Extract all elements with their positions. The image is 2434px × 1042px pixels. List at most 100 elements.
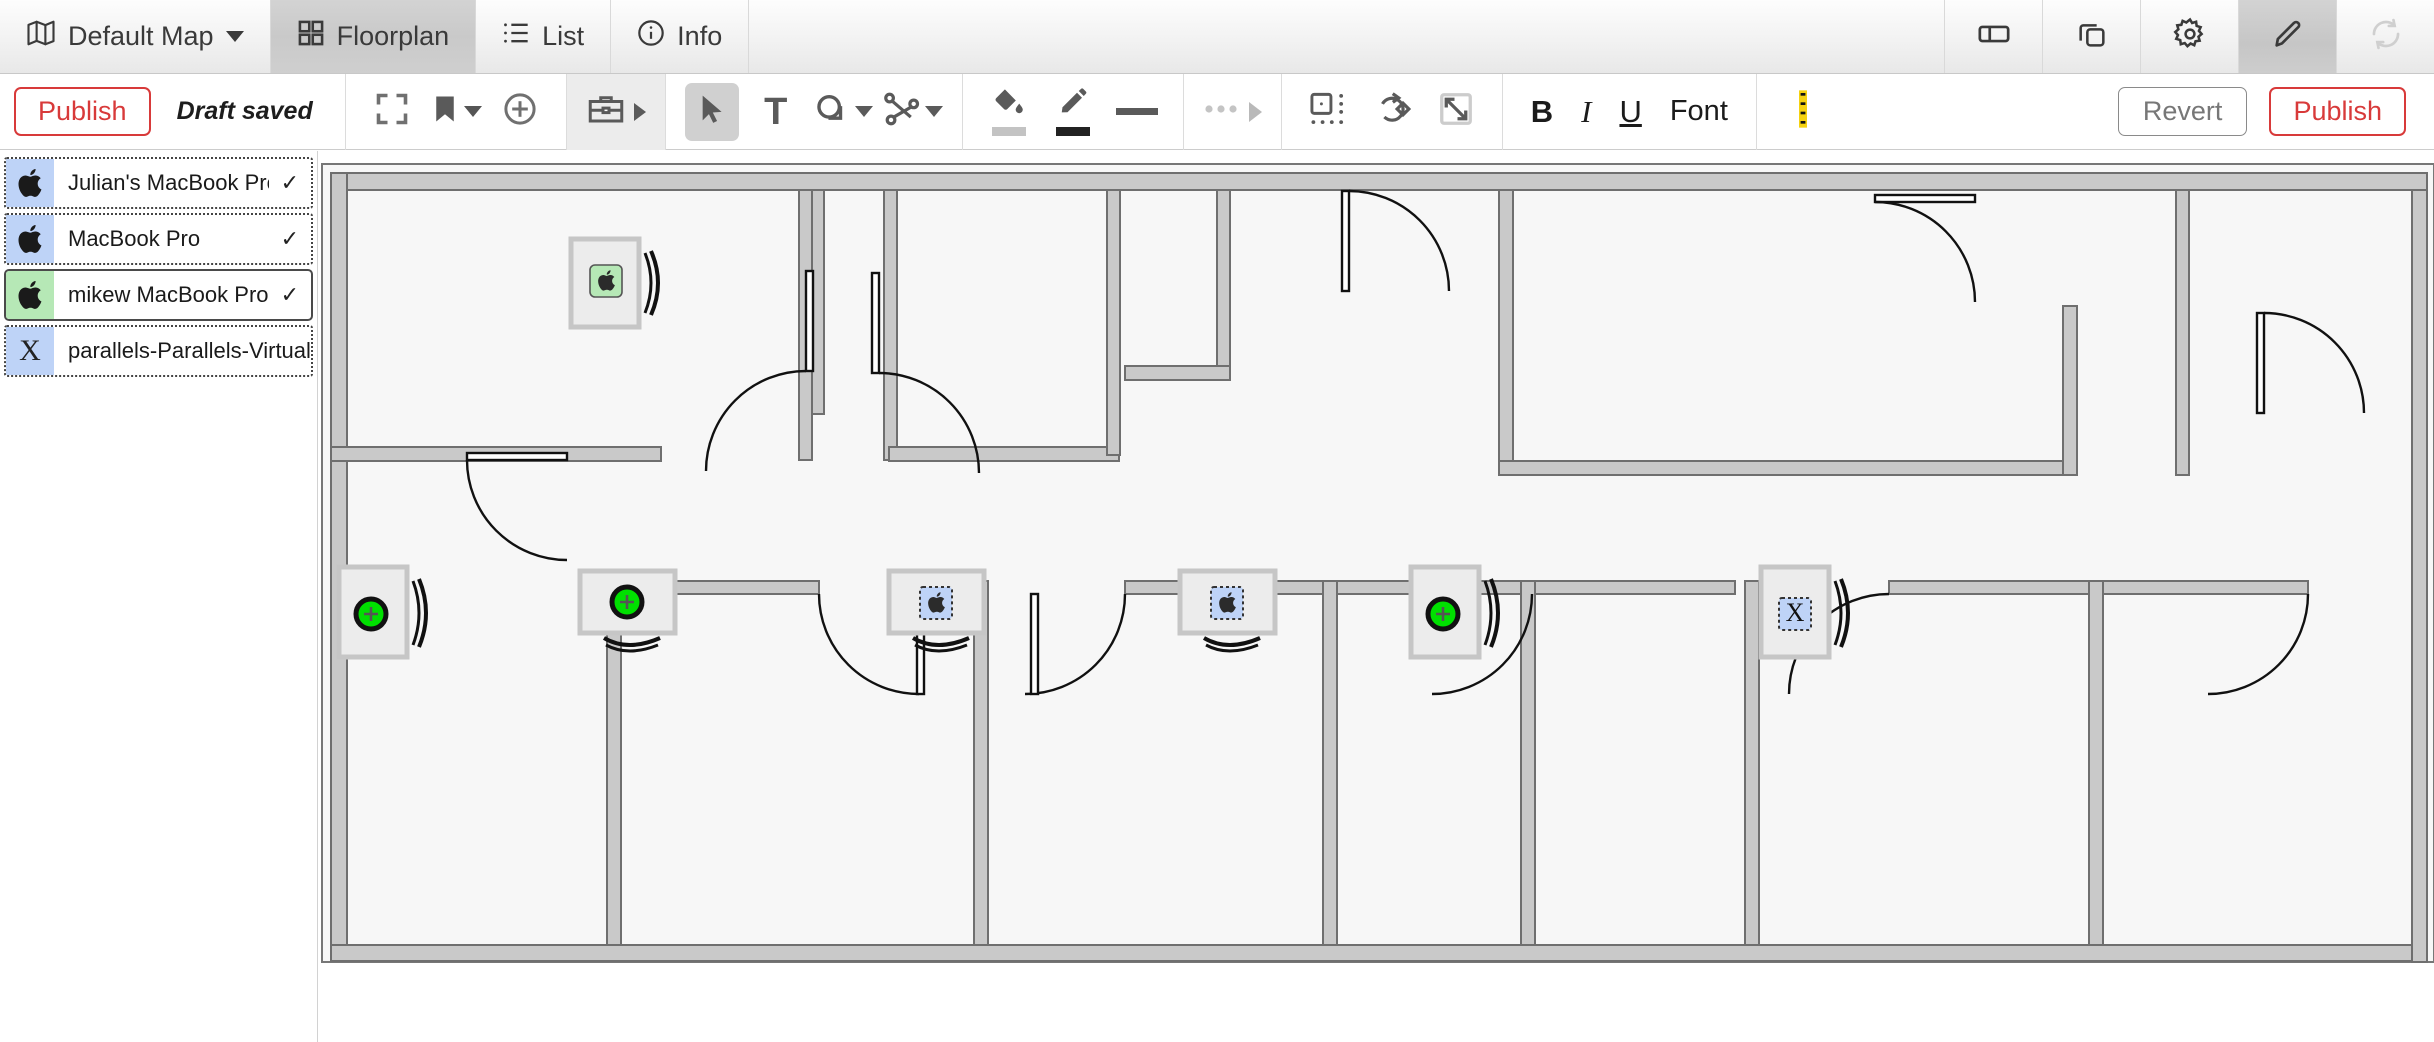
bookmark-icon bbox=[430, 92, 460, 131]
info-icon bbox=[637, 19, 665, 54]
device-list-item[interactable]: MacBook Pro ✓ bbox=[4, 213, 313, 265]
chevron-down-icon[interactable] bbox=[464, 106, 482, 117]
sidebar-panel-icon bbox=[1977, 17, 2011, 56]
tab-label: Info bbox=[677, 23, 722, 50]
align-distribute-icon bbox=[1309, 91, 1347, 132]
list-icon bbox=[502, 19, 530, 54]
chevron-down-icon[interactable] bbox=[226, 31, 244, 42]
resize-scale-icon bbox=[1437, 91, 1475, 132]
device-name-label: mikew MacBook Pro bbox=[54, 271, 269, 319]
crop-frame-tool[interactable] bbox=[365, 83, 419, 141]
node-path-icon bbox=[883, 91, 921, 132]
floorplan-canvas[interactable]: X bbox=[319, 151, 2434, 1042]
toolbar-group-toolbox bbox=[567, 74, 666, 150]
chevron-down-icon[interactable] bbox=[855, 106, 873, 117]
tab-label: List bbox=[542, 23, 584, 50]
device-list-item[interactable]: Julian's MacBook Pro ✓ bbox=[4, 157, 313, 209]
toolbar-group-highlight bbox=[1757, 74, 1849, 150]
add-circle-tool[interactable] bbox=[493, 83, 547, 141]
rotate-flip-icon bbox=[1373, 91, 1411, 132]
device-list-item-selected[interactable]: mikew MacBook Pro ✓ bbox=[4, 269, 313, 321]
copy-icon-button[interactable] bbox=[2042, 0, 2140, 73]
device-name-label: MacBook Pro bbox=[54, 215, 269, 263]
line-weight-icon bbox=[1116, 108, 1158, 115]
pen-stroke-icon bbox=[1057, 88, 1089, 123]
toolbar-group-arrange bbox=[1282, 74, 1503, 150]
pointer-select-tool[interactable] bbox=[685, 83, 739, 141]
underline-button[interactable]: U bbox=[1619, 96, 1641, 127]
toolbar-group-publish: Publish Draft saved bbox=[0, 74, 346, 150]
font-button[interactable]: Font bbox=[1670, 97, 1728, 126]
text-tool[interactable]: T bbox=[749, 83, 803, 141]
check-icon[interactable]: ✓ bbox=[269, 215, 311, 263]
tab-list[interactable]: List bbox=[476, 0, 611, 73]
pencil-edit-icon bbox=[2271, 17, 2305, 56]
bold-button[interactable]: B bbox=[1531, 96, 1553, 127]
device-sidebar: Julian's MacBook Pro ✓ MacBook Pro ✓ mik… bbox=[0, 151, 318, 1042]
gear-icon-button[interactable] bbox=[2140, 0, 2238, 73]
text-tool-icon: T bbox=[764, 93, 787, 131]
device-list-item[interactable]: X parallels-Parallels-Virtual bbox=[4, 325, 313, 377]
shape-tool-icon bbox=[813, 92, 851, 131]
bookmark-tool[interactable] bbox=[429, 83, 483, 141]
more-options-tool[interactable] bbox=[1203, 83, 1262, 141]
revert-button[interactable]: Revert bbox=[2118, 87, 2248, 136]
sidebar-panel-icon-button[interactable] bbox=[1944, 0, 2042, 73]
grid-icon bbox=[297, 19, 325, 54]
toolbar-group-style bbox=[963, 74, 1184, 150]
caret-right-icon[interactable] bbox=[1249, 102, 1262, 122]
crop-frame-icon bbox=[374, 91, 410, 132]
check-icon[interactable]: ✓ bbox=[269, 271, 311, 319]
highlight-color-icon bbox=[1796, 89, 1810, 134]
stroke-color-swatch[interactable] bbox=[1056, 127, 1090, 136]
editor-toolbar: Publish Draft saved bbox=[0, 74, 2434, 150]
tab-floorplan[interactable]: Floorplan bbox=[271, 0, 477, 73]
line-weight-tool[interactable] bbox=[1110, 83, 1164, 141]
shape-tool[interactable] bbox=[813, 83, 873, 141]
toolbar-group-text-format: B I U Font bbox=[1503, 74, 1757, 150]
fill-color-swatch[interactable] bbox=[992, 127, 1026, 136]
caret-right-icon[interactable] bbox=[634, 103, 646, 121]
add-circle-icon bbox=[502, 91, 538, 132]
map-icon bbox=[26, 18, 56, 55]
toolbar-group-actions: Revert Publish bbox=[2104, 74, 2434, 150]
pencil-edit-icon-button[interactable] bbox=[2238, 0, 2336, 73]
topbar-spacer bbox=[749, 0, 1944, 73]
floorplan-svg[interactable]: X bbox=[319, 151, 2434, 1042]
fill-bucket-icon bbox=[992, 88, 1026, 123]
node-path-tool[interactable] bbox=[883, 83, 943, 141]
apple-logo-icon bbox=[6, 215, 54, 263]
resize-scale-tool[interactable] bbox=[1429, 83, 1483, 141]
tab-label: Default Map bbox=[68, 23, 214, 50]
toolbox-tool[interactable] bbox=[586, 83, 646, 141]
fill-bucket-tool[interactable] bbox=[982, 83, 1036, 141]
toolbar-group-frame bbox=[346, 74, 567, 150]
highlight-color-tool[interactable] bbox=[1776, 83, 1830, 141]
letter-x-icon: X bbox=[6, 327, 54, 375]
tab-info[interactable]: Info bbox=[611, 0, 749, 73]
check-icon[interactable]: ✓ bbox=[269, 159, 311, 207]
rotate-flip-tool[interactable] bbox=[1365, 83, 1419, 141]
apple-logo-icon bbox=[6, 159, 54, 207]
refresh-sync-icon-button[interactable] bbox=[2336, 0, 2434, 73]
toolbox-icon bbox=[586, 91, 626, 132]
draft-status-label: Draft saved bbox=[177, 97, 313, 126]
letter-x-glyph: X bbox=[19, 334, 41, 368]
italic-button[interactable]: I bbox=[1581, 96, 1591, 127]
publish-right-button[interactable]: Publish bbox=[2269, 87, 2406, 136]
refresh-sync-icon bbox=[2369, 17, 2403, 56]
toolbar-group-draw: T bbox=[666, 74, 963, 150]
device-name-label: parallels-Parallels-Virtual bbox=[54, 327, 311, 375]
toolbar-group-more bbox=[1184, 74, 1282, 150]
chevron-down-icon[interactable] bbox=[925, 106, 943, 117]
publish-button[interactable]: Publish bbox=[14, 87, 151, 136]
more-options-icon bbox=[1203, 101, 1239, 122]
letter-x-icon: X bbox=[1786, 598, 1805, 627]
pointer-select-icon bbox=[696, 91, 728, 132]
tab-default-map[interactable]: Default Map bbox=[0, 0, 271, 73]
pen-stroke-tool[interactable] bbox=[1046, 83, 1100, 141]
align-distribute-tool[interactable] bbox=[1301, 83, 1355, 141]
apple-logo-icon bbox=[6, 271, 54, 319]
device-name-label: Julian's MacBook Pro bbox=[54, 159, 269, 207]
tab-label: Floorplan bbox=[337, 23, 450, 50]
